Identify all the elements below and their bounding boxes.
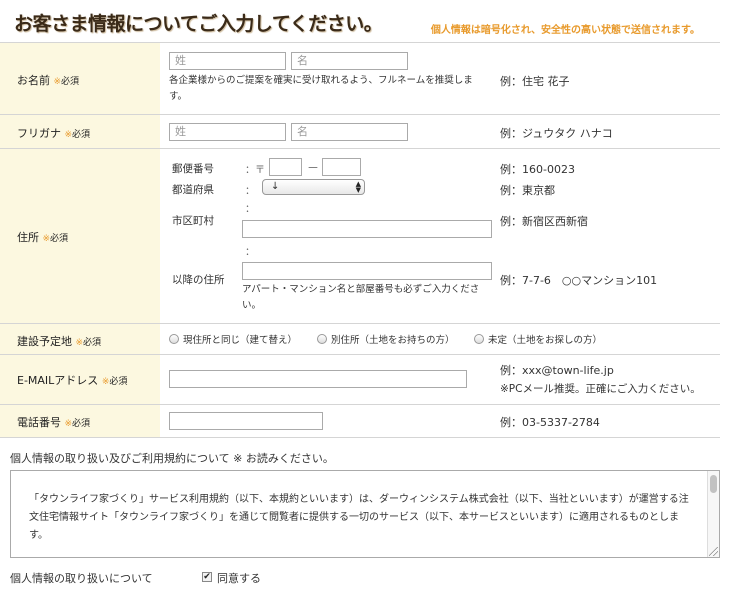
after-address-example: 例：7-7-6 ○○マンション101 [500,274,658,287]
required-mark: ※ [75,338,84,348]
required-mark: ※ [64,419,73,429]
address-label-cell: 住所 ※必須 [0,149,160,323]
terms-textarea[interactable]: 「タウンライフ家づくり」サービス利用規約（以下、本規約といいます）は、ダーウィン… [10,470,720,558]
email-input[interactable] [169,370,467,388]
page-title: お客さま情報についてご入力してください。 [14,13,383,35]
email-example: 例：xxx@town-life.jp [500,364,614,377]
form-header: お客さま情報についてご入力してください。 個人情報は暗号化され、安全性の高い状態… [0,0,740,42]
required-mark: ※ [53,77,62,87]
agree-checkbox[interactable]: ✔ [202,572,212,582]
phone-example: 例：03-5337-2784 [500,416,600,429]
city-example: 例：新宿区西新宿 [500,215,588,228]
required-word: 必須 [72,419,91,429]
build-site-label: 建設予定地 ※必須 [17,335,102,348]
after-address-note: アパート・マンション名と部屋番号も必ずご入力ください。 [242,284,480,311]
customer-info-form: お名前 ※必須 姓 名 各企業様からのご提案を確実に受け取れるよう、フルネームを… [0,42,720,438]
build-site-option-other[interactable]: 別住所（土地をお持ちの方） [317,324,455,354]
postal-dash: － [307,161,320,175]
terms-text: 「タウンライフ家づくり」サービス利用規約（以下、本規約といいます）は、ダーウィン… [29,494,689,541]
email-example-note: ※PCメール推奨。正確にご入力ください。 [500,383,701,395]
after-address-label: 以降の住所 [172,274,225,286]
radio-icon[interactable] [474,334,484,344]
select-arrows-icon: ▲ ▼ [355,180,361,194]
phone-input[interactable] [169,412,323,430]
scroll-thumb[interactable] [710,475,717,493]
required-word: 必須 [83,338,102,348]
name-note: 各企業様からのご提案を確実に受け取れるよう、フルネームを推奨します。 [169,75,473,102]
required-word: 必須 [50,234,69,244]
agree-label: 個人情報の取り扱いについて [10,572,153,585]
after-address-input[interactable] [242,262,492,280]
prefecture-label: 都道府県 [172,184,214,196]
postal-code-label: 郵便番号 [172,163,214,175]
phone-row: 電話番号 ※必須 例：03-5337-2784 [0,405,720,438]
address-row: 住所 ※必須 郵便番号 ：〒 － 例：160-0023 都道府県 ： ↓ ▲ ▼ … [0,149,720,324]
email-label-cell: E-MAILアドレス ※必須 [0,355,160,404]
name-example: 例：住宅 花子 [500,75,570,88]
radio-icon[interactable] [317,334,327,344]
prefecture-example: 例：東京都 [500,184,555,197]
phone-label-cell: 電話番号 ※必須 [0,405,160,437]
city-input[interactable] [242,220,492,238]
prefecture-select[interactable]: ↓ ▲ ▼ [262,179,365,195]
email-row: E-MAILアドレス ※必須 例：xxx@town-life.jp ※PCメール… [0,355,720,405]
phone-label: 電話番号 ※必須 [17,416,91,429]
postal-example: 例：160-0023 [500,163,575,176]
name-label: お名前 ※必須 [17,74,80,87]
encryption-notice: 個人情報は暗号化され、安全性の高い状態で送信されます。 [430,25,700,36]
address-label: 住所 ※必須 [17,231,69,244]
policy-intro: 個人情報の取り扱い及びご利用規約について ※ お読みください。 [10,452,334,465]
furigana-example: 例：ジュウタク ハナコ [500,127,613,140]
first-name-input[interactable]: 名 [291,52,408,70]
radio-icon[interactable] [169,334,179,344]
furigana-row: フリガナ ※必須 姓 名 例：ジュウタク ハナコ [0,115,720,149]
last-name-input[interactable]: 姓 [169,52,286,70]
build-site-option-undecided[interactable]: 未定（土地をお探しの方） [474,324,602,354]
name-label-cell: お名前 ※必須 [0,43,160,114]
required-word: 必須 [109,377,128,387]
agree-row: 個人情報の取り扱いについて ✔ 同意する [10,570,610,586]
agree-text[interactable]: 同意する [217,570,261,586]
city-colon: ： [245,204,255,215]
required-word: 必須 [72,130,91,140]
last-name-kana-input[interactable]: 姓 [169,123,286,141]
build-site-option-same[interactable]: 現住所と同じ（建て替え） [169,324,297,354]
furigana-label: フリガナ ※必須 [17,127,91,140]
resize-grip-icon[interactable] [709,547,718,556]
build-site-row: 建設予定地 ※必須 現住所と同じ（建て替え） 別住所（土地をお持ちの方） 未定（… [0,324,720,355]
required-mark: ※ [64,130,73,140]
first-name-kana-input[interactable]: 名 [291,123,408,141]
prefecture-selected-value: ↓ [271,181,280,192]
name-row: お名前 ※必須 姓 名 各企業様からのご提案を確実に受け取れるよう、フルネームを… [0,43,720,115]
email-label: E-MAILアドレス ※必須 [17,374,128,387]
postal-code-second-input[interactable] [322,158,361,176]
prefecture-colon: ： [245,186,255,197]
after-address-colon: ： [245,247,255,258]
required-word: 必須 [61,77,80,87]
required-mark: ※ [42,234,51,244]
build-site-label-cell: 建設予定地 ※必須 [0,324,160,354]
terms-scrollbar[interactable] [707,471,719,557]
furigana-label-cell: フリガナ ※必須 [0,115,160,148]
postal-code-first-input[interactable] [269,158,302,176]
city-label: 市区町村 [172,215,214,227]
postal-prefix: ：〒 [245,165,265,176]
